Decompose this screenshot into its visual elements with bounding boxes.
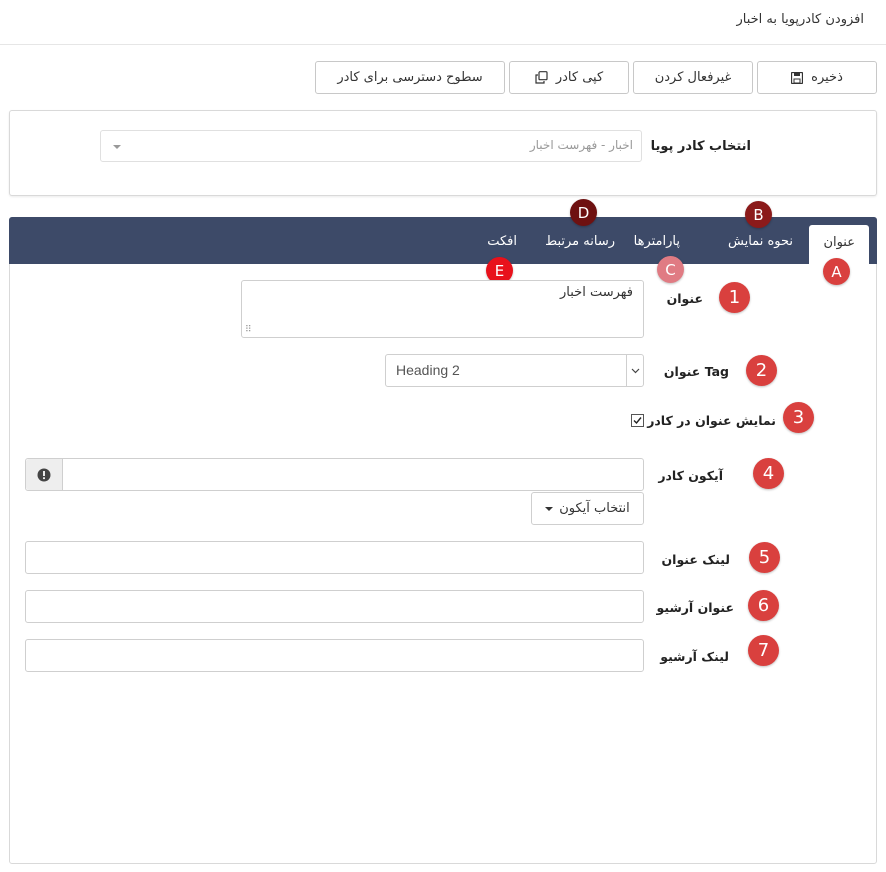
- archive-link-label: لینک آرشیو: [660, 649, 729, 664]
- show-title-checkbox[interactable]: [631, 414, 644, 427]
- tab-display-mode[interactable]: نحوه نمایش: [728, 234, 793, 249]
- chevron-down-icon: [626, 355, 643, 386]
- annotation-badge-1: 1: [719, 282, 750, 313]
- annotation-badge-a: A: [823, 258, 850, 285]
- annotation-badge-6: 6: [748, 590, 779, 621]
- tab-effect[interactable]: افکت: [487, 234, 517, 249]
- header-divider: [0, 44, 886, 45]
- annotation-badge-3: 3: [783, 402, 814, 433]
- title-tag-label: Tag عنوان: [663, 364, 729, 379]
- tab-parameters[interactable]: پارامترها: [634, 234, 680, 249]
- annotation-badge-7: 7: [748, 635, 779, 666]
- save-button[interactable]: ذخیره: [757, 61, 877, 94]
- title-textarea[interactable]: فهرست اخبار ⠿: [241, 280, 644, 338]
- page-title: افزودن کادرپویا به اخبار: [736, 12, 864, 27]
- show-title-label: نمایش عنوان در کادر: [647, 413, 776, 428]
- deactivate-button[interactable]: غیرفعال کردن: [633, 61, 753, 94]
- exclamation-circle-icon: [26, 459, 63, 490]
- copy-icon: [535, 71, 548, 84]
- annotation-badge-c: C: [657, 256, 684, 283]
- checkmark-icon: [633, 417, 642, 425]
- access-levels-button[interactable]: سطوح دسترسی برای کادر: [315, 61, 505, 94]
- archive-title-input[interactable]: [25, 590, 644, 623]
- title-tag-value: Heading 2: [396, 362, 460, 378]
- deactivate-label: غیرفعال کردن: [654, 70, 732, 85]
- title-tag-select[interactable]: Heading 2: [385, 354, 644, 387]
- title-value: فهرست اخبار: [560, 285, 633, 300]
- frame-icon-input[interactable]: [25, 458, 644, 491]
- floppy-disk-icon: [791, 71, 804, 84]
- annotation-badge-5: 5: [749, 542, 780, 573]
- save-label: ذخیره: [811, 70, 843, 85]
- frame-select-value: اخبار - فهرست اخبار: [529, 138, 633, 152]
- select-icon-button[interactable]: انتخاب آیکون: [531, 492, 644, 525]
- title-link-label: لینک عنوان: [661, 552, 730, 567]
- caret-down-icon: [545, 506, 554, 511]
- copy-frame-button[interactable]: کپی کادر: [509, 61, 629, 94]
- frame-select-dropdown[interactable]: اخبار - فهرست اخبار: [100, 130, 642, 162]
- annotation-badge-b: B: [745, 201, 772, 228]
- title-link-input[interactable]: [25, 541, 644, 574]
- tab-related-media[interactable]: رسانه مرتبط: [545, 234, 615, 249]
- annotation-badge-4: 4: [753, 458, 784, 489]
- resize-grip-icon[interactable]: ⠿: [245, 325, 252, 335]
- copy-label: کپی کادر: [555, 70, 604, 85]
- annotation-badge-d: D: [570, 199, 597, 226]
- select-icon-label: انتخاب آیکون: [559, 501, 630, 516]
- frame-icon-label: آیکون کادر: [658, 468, 723, 483]
- title-label: عنوان: [666, 291, 703, 306]
- frame-select-label: انتخاب کادر پویا: [650, 139, 751, 154]
- caret-down-icon: [113, 145, 121, 149]
- archive-link-input[interactable]: [25, 639, 644, 672]
- archive-title-label: عنوان آرشیو: [656, 600, 735, 615]
- access-label: سطوح دسترسی برای کادر: [337, 70, 483, 85]
- annotation-badge-2: 2: [746, 355, 777, 386]
